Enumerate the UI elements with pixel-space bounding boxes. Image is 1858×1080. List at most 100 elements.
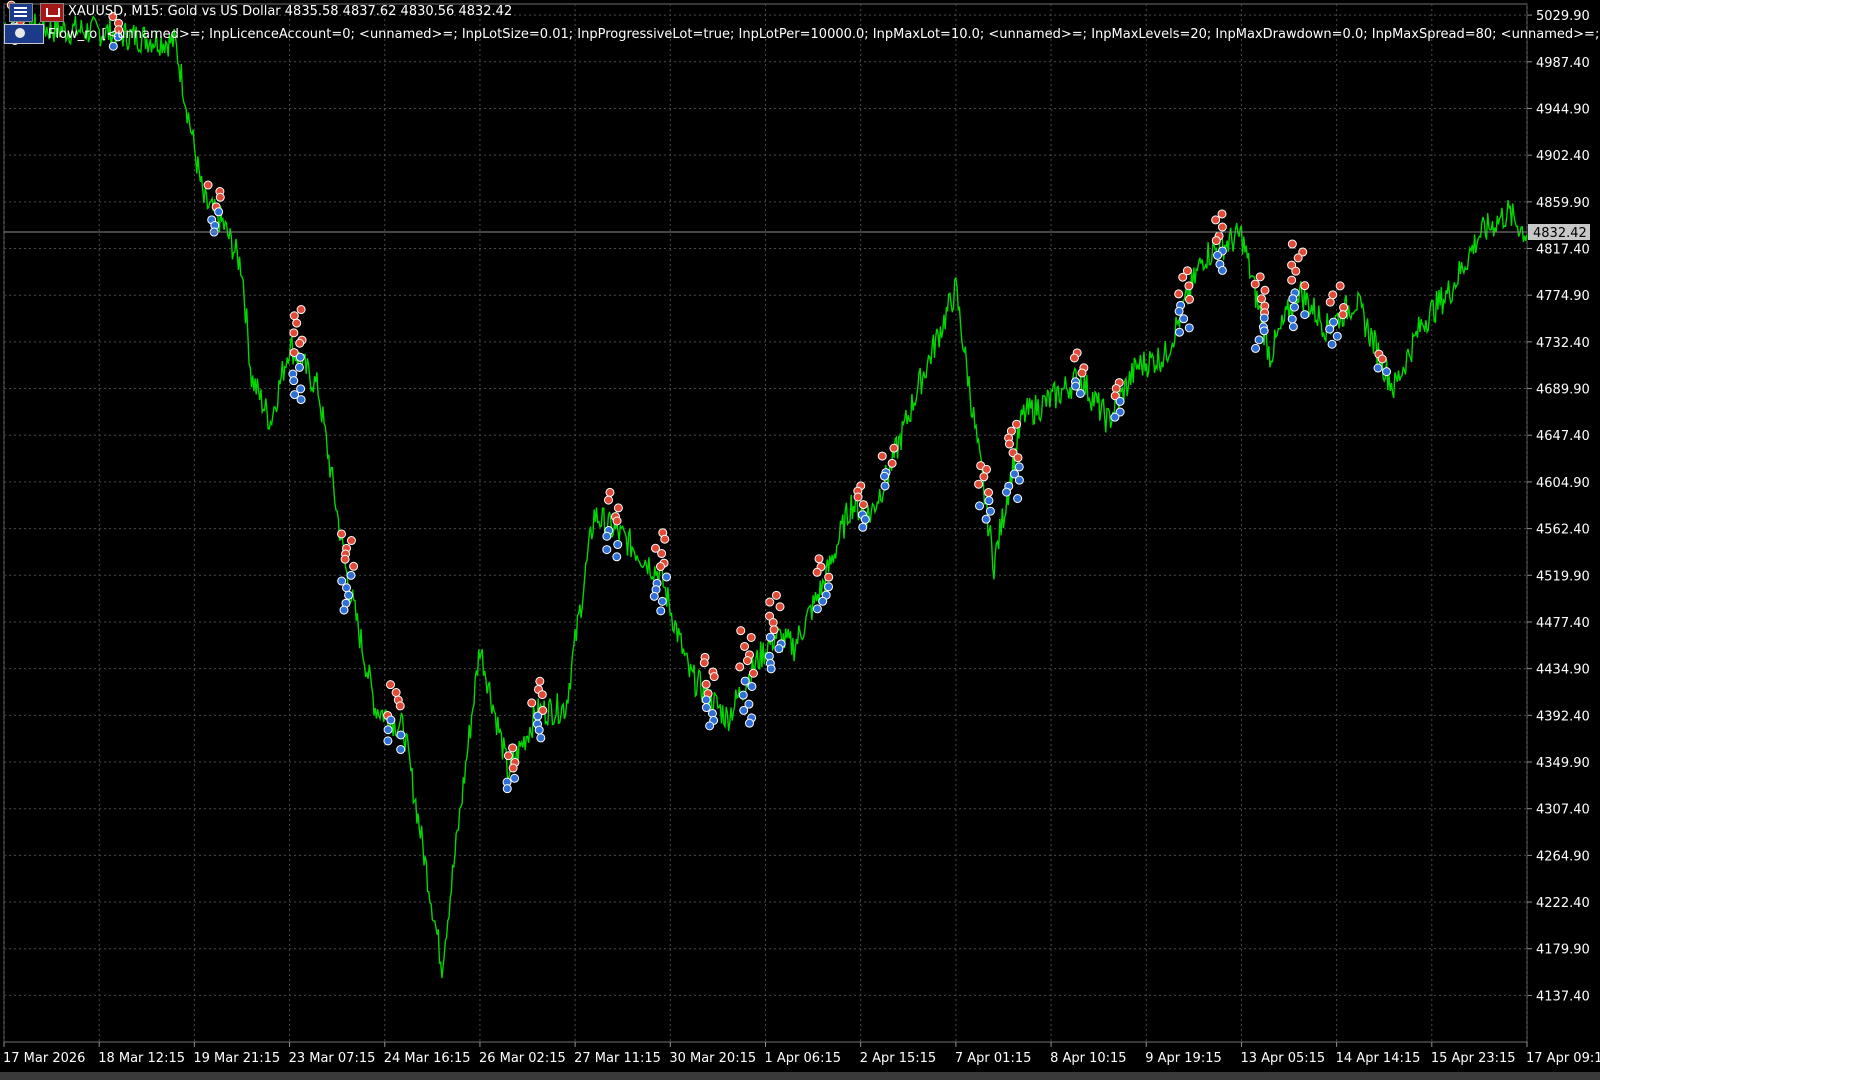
sell-marker [508, 763, 518, 773]
y-tick-label: 4137.40 [1536, 989, 1590, 1004]
buy-marker [346, 570, 356, 580]
x-tick-label: 7 Apr 01:15 [955, 1051, 1032, 1066]
buy-marker [1002, 487, 1012, 497]
buy-marker [534, 725, 544, 735]
buy-marker [502, 784, 512, 794]
buy-marker [766, 664, 776, 674]
horizontal-scrollbar[interactable] [0, 1072, 1600, 1080]
buy-marker [1259, 313, 1269, 323]
sell-marker [660, 534, 670, 544]
y-tick-label: 4817.40 [1536, 243, 1590, 258]
sell-marker [1377, 354, 1387, 364]
buy-marker [1289, 302, 1299, 312]
sell-marker [979, 472, 989, 482]
sell-marker [349, 561, 359, 571]
buy-marker [1373, 363, 1383, 373]
buy-marker [108, 41, 118, 51]
buy-marker [1071, 381, 1081, 391]
buy-marker [649, 591, 659, 601]
sell-marker [740, 641, 750, 651]
sell-marker [508, 743, 518, 753]
sell-marker [1217, 209, 1227, 219]
sell-marker [742, 656, 752, 666]
sell-marker [1211, 236, 1221, 246]
buy-marker [296, 395, 306, 405]
buy-marker [981, 514, 991, 524]
y-tick-label: 4604.90 [1536, 476, 1590, 491]
sell-marker [1217, 222, 1227, 232]
sell-marker [1178, 272, 1188, 282]
buy-marker [383, 736, 393, 746]
sell-marker [503, 751, 513, 761]
buy-marker [1325, 324, 1335, 334]
sell-marker [889, 443, 899, 453]
expert-advisor-icon[interactable] [4, 24, 44, 44]
sell-marker [1012, 419, 1022, 429]
buy-marker [396, 730, 406, 740]
current-price-label: 4832.42 [1533, 226, 1587, 241]
sell-marker [346, 536, 356, 546]
buy-marker [824, 582, 834, 592]
price-chart[interactable]: 5029.90 4987.40 4944.90 4902.40 4859.90 4817.… [0, 0, 1600, 1080]
sell-marker [1013, 453, 1023, 463]
sell-marker [296, 305, 306, 315]
bars-icon[interactable] [9, 3, 33, 22]
sell-marker [1069, 353, 1079, 363]
buy-marker [880, 481, 890, 491]
buy-marker [1110, 412, 1120, 422]
y-tick-label: 5029.90 [1536, 9, 1590, 24]
sell-marker [203, 180, 213, 190]
buy-marker [858, 522, 868, 532]
buy-marker [738, 690, 748, 700]
x-tick-label: 26 Mar 02:15 [479, 1051, 566, 1066]
x-tick-label: 14 Apr 14:15 [1336, 1051, 1421, 1066]
buy-marker [774, 644, 784, 654]
sell-marker [215, 192, 225, 202]
y-tick-label: 4392.40 [1536, 709, 1590, 724]
buy-marker [386, 715, 396, 725]
sell-marker [1077, 368, 1087, 378]
sell-marker [1250, 279, 1260, 289]
buy-marker [985, 506, 995, 516]
sell-marker [984, 488, 994, 498]
buy-marker [295, 352, 305, 362]
sell-marker [709, 672, 719, 682]
chart-window[interactable]: 5029.90 4987.40 4944.90 4902.40 4859.90 4817.… [0, 0, 1600, 1080]
sell-marker [537, 690, 547, 700]
buy-marker [613, 540, 623, 550]
sell-marker [1325, 297, 1335, 307]
sell-marker [853, 492, 863, 502]
sell-marker [603, 495, 613, 505]
x-tick-label: 24 Mar 16:15 [384, 1051, 471, 1066]
buy-marker [1287, 314, 1297, 324]
buy-marker [657, 596, 667, 606]
sell-marker [814, 554, 824, 564]
y-tick-label: 4179.90 [1536, 943, 1590, 958]
buy-marker [612, 552, 622, 562]
sell-marker [812, 567, 822, 577]
sell-marker [1255, 272, 1265, 282]
buy-marker [602, 545, 612, 555]
sell-marker [736, 626, 746, 636]
sell-marker [289, 311, 299, 321]
x-tick-label: 2 Apr 15:15 [860, 1051, 937, 1066]
buy-marker [662, 572, 672, 582]
y-tick-label: 4434.90 [1536, 663, 1590, 678]
buy-marker [383, 725, 393, 735]
sell-marker [769, 625, 779, 635]
buy-marker [1251, 343, 1261, 353]
sell-marker [289, 328, 299, 338]
sell-marker [655, 562, 665, 572]
x-tick-label: 8 Apr 10:15 [1050, 1051, 1127, 1066]
sell-marker [1260, 285, 1270, 295]
sell-marker [1211, 215, 1221, 225]
y-tick-label: 4859.90 [1536, 196, 1590, 211]
sell-marker [527, 698, 537, 708]
sell-marker [613, 503, 623, 513]
buy-marker [701, 695, 711, 705]
chart-window-icon[interactable] [40, 3, 64, 22]
sell-marker [292, 318, 302, 328]
sell-marker [1287, 239, 1297, 249]
sell-marker [605, 487, 615, 497]
symbol-info: XAUUSD, M15: Gold vs US Dollar 4835.58 4… [68, 4, 513, 19]
